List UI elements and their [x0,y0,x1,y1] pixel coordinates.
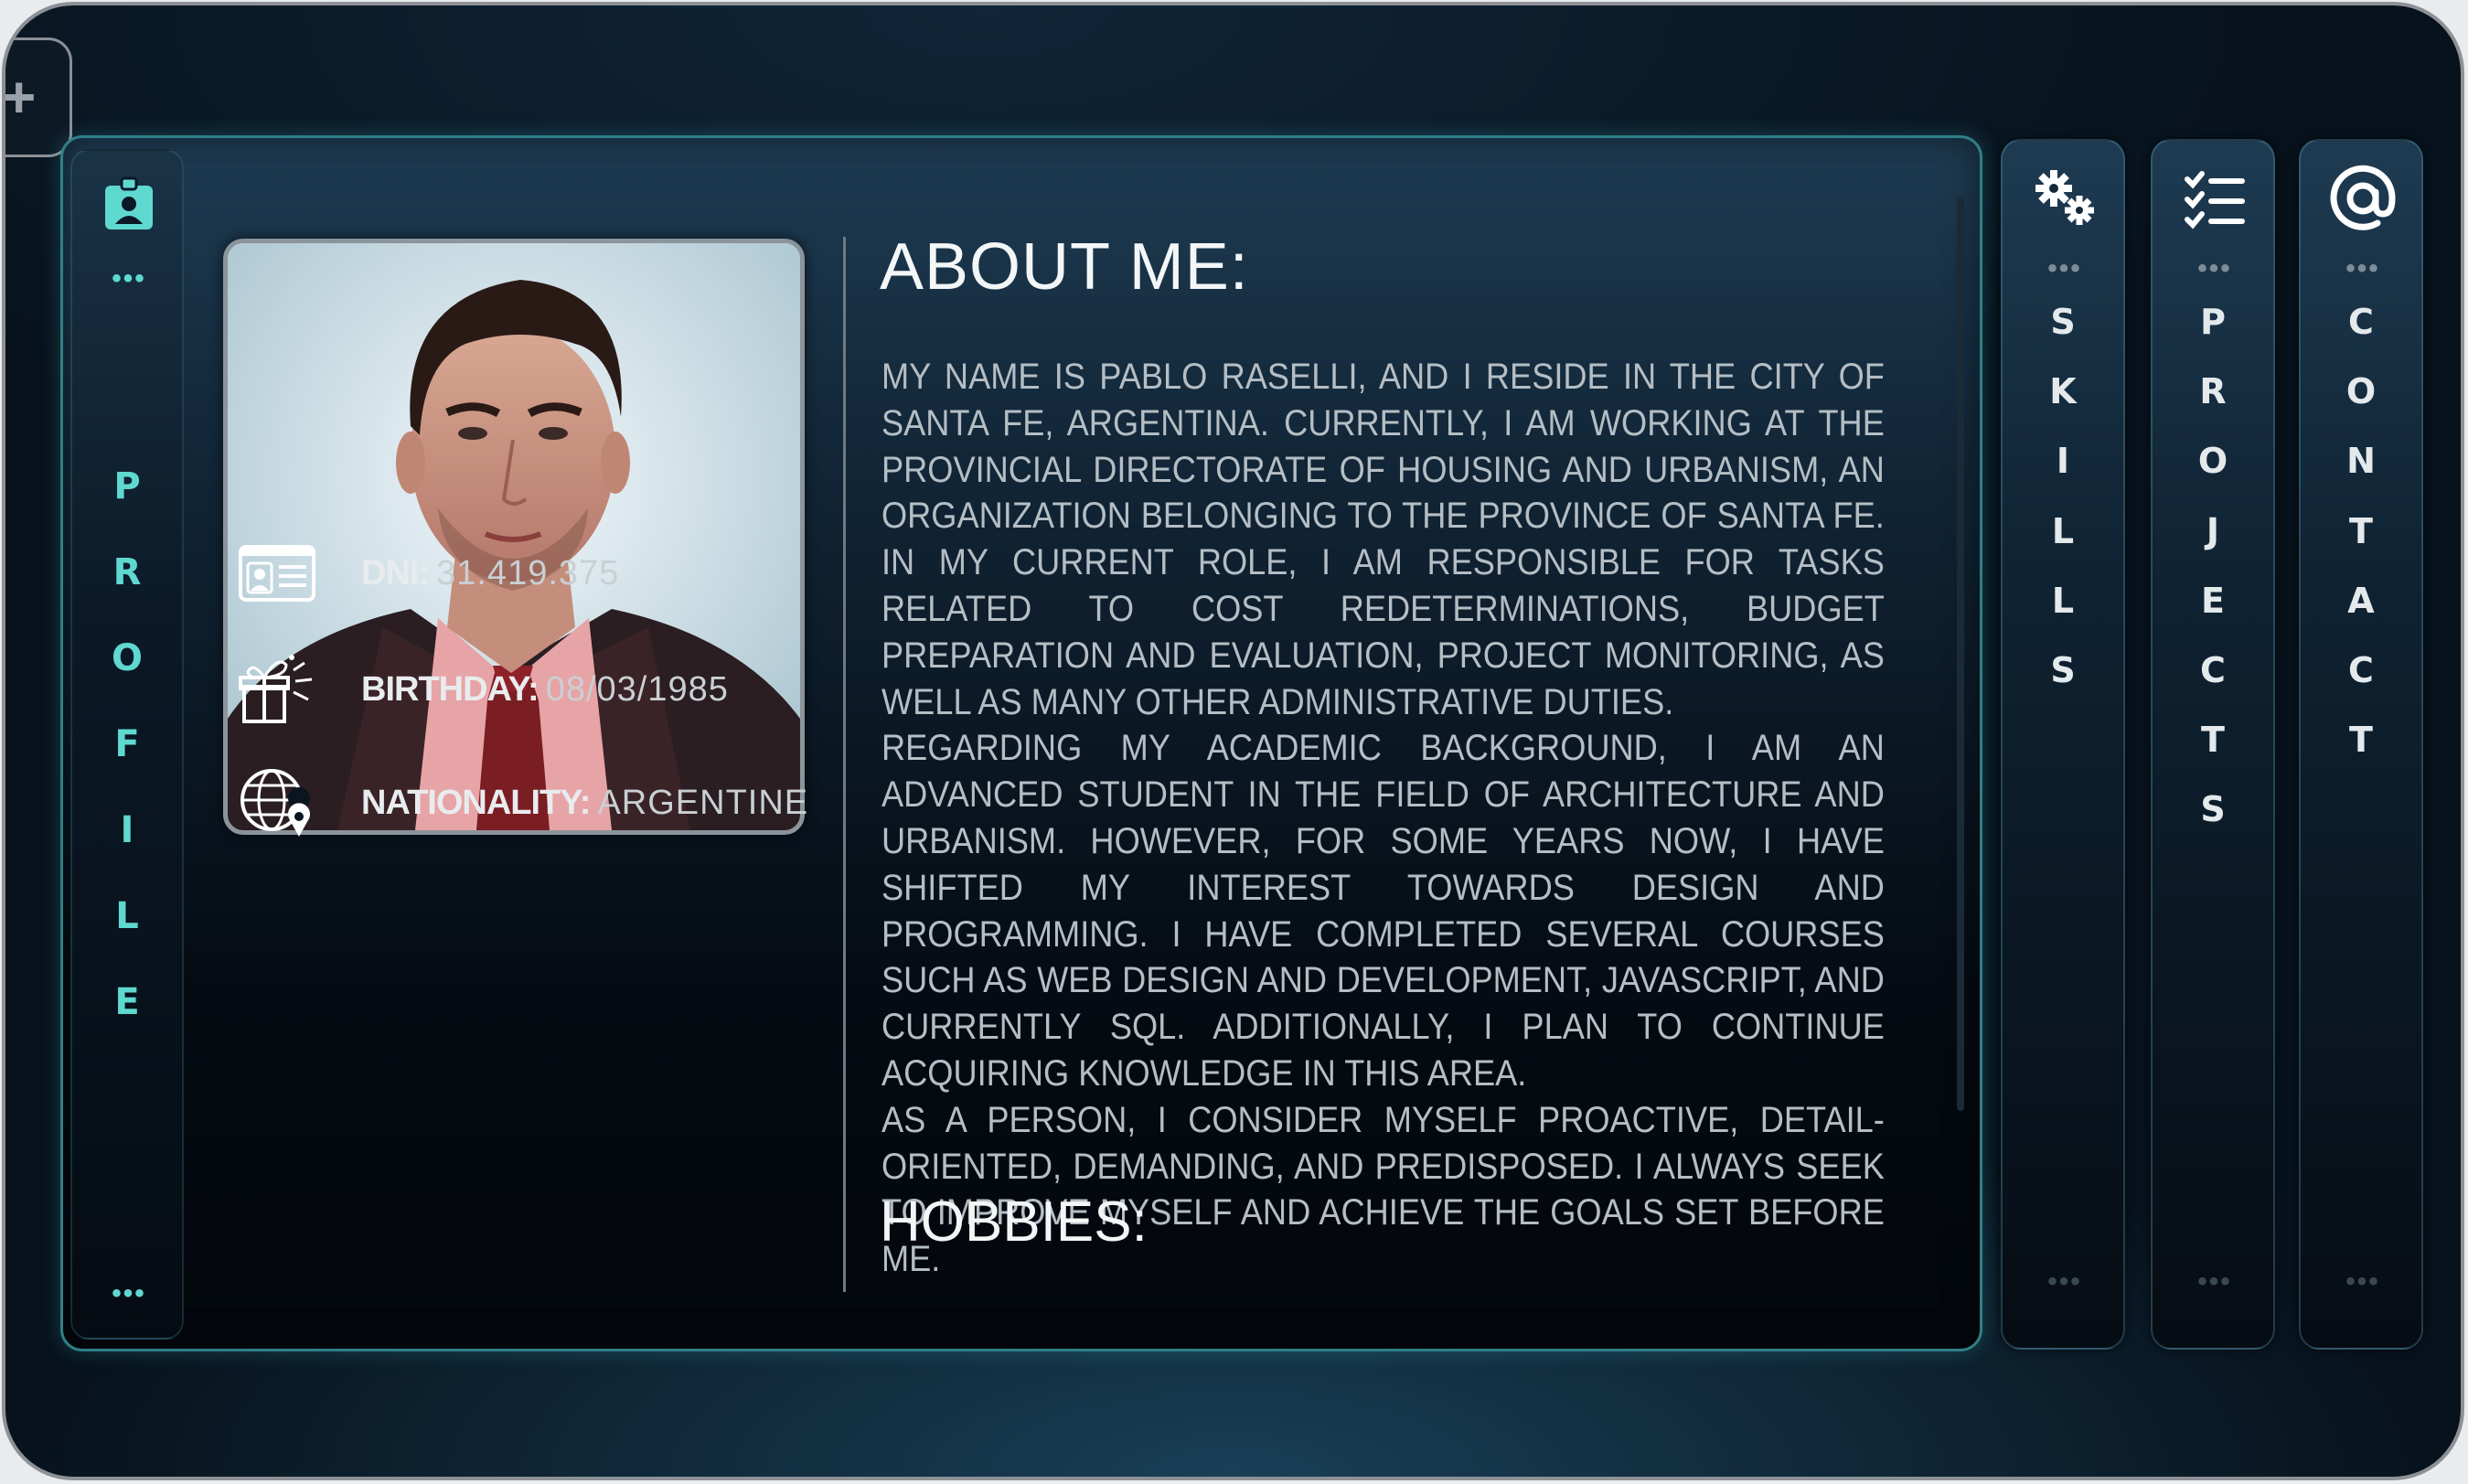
tab-letter: O [2345,371,2377,412]
projects-dots-top: ••• [2197,253,2232,283]
tab-letter: R [112,551,142,593]
tab-contact[interactable]: ••• C O N T A C T ••• [2299,139,2423,1350]
profile-card: ••• P R O F I L E ••• DNI: 31.419.375 BI… [60,135,1982,1351]
gift-icon [239,655,313,723]
tab-letter: E [114,981,140,1023]
tab-letter: L [2051,510,2075,551]
id-card-icon [239,545,315,602]
checklist-icon [2185,171,2245,230]
tab-letter: C [2200,649,2226,690]
about-paragraph-2: REGARDING MY ACADEMIC BACKGROUND, I AM A… [881,728,1885,1094]
tab-letter: O [111,637,143,679]
plus-icon: + [2,64,37,130]
gears-icon [2035,170,2094,225]
hobbies-title: HOBBIES: [880,1190,1148,1254]
tab-letter: S [2050,302,2076,342]
globe-location-icon [240,769,311,837]
projects-dots-bottom: ••• [2197,1266,2232,1297]
tab-letter: C [2348,649,2374,690]
at-sign-icon [2330,165,2396,230]
about-title: ABOUT ME: [880,230,1249,304]
tab-letter: T [2201,720,2225,761]
profile-tab[interactable]: ••• P R O F I L E ••• [70,149,184,1340]
content-divider [843,237,846,1292]
birthday-label: BIRTHDAY: [361,670,540,709]
skills-dots-bottom: ••• [2047,1266,2082,1297]
tab-letter: S [2050,649,2076,690]
dni-value: 31.419.375 [436,554,620,593]
tab-letter: T [2349,720,2373,761]
tab-letter: P [113,465,141,507]
tab-letter: I [120,809,134,851]
contact-tab-label: C O N T A C T [2301,287,2421,774]
dni-label: DNI: [361,554,430,593]
tab-letter: O [2197,441,2228,482]
skills-dots-top: ••• [2047,253,2082,283]
nationality-value: ARGENTINE [597,784,809,822]
content-scrollbar[interactable] [1957,197,1964,1111]
tab-letter: C [2348,302,2374,342]
skills-tab-label: S K I L L S [2003,287,2123,705]
profile-tab-label: P R O F I L E [72,443,182,1045]
tab-skills[interactable]: ••• S K I L L S ••• [2001,139,2125,1350]
projects-tab-label: P R O J E C T S [2153,287,2273,845]
tab-letter: N [2346,441,2376,482]
strip-dots-top: ••• [112,263,146,294]
id-badge-icon [105,176,153,230]
tab-letter: L [115,895,139,937]
tab-letter: K [2049,371,2077,412]
tab-letter: I [2056,441,2070,482]
app-frame: + ••• P R O F I L E ••• DNI: 31.419.375 … [2,2,2464,1480]
tab-letter: A [2347,580,2375,621]
tab-letter: E [2201,580,2225,621]
tab-letter: R [2199,371,2227,412]
corner-plus-button[interactable]: + [2,37,72,157]
tab-letter: J [2206,510,2220,551]
tab-projects[interactable]: ••• P R O J E C T S ••• [2151,139,2275,1350]
about-text: MY NAME IS PABLO RASELLI, AND I RESIDE I… [881,354,1947,1283]
tab-letter: F [114,723,140,765]
contact-dots-top: ••• [2345,253,2380,283]
tab-letter: S [2200,789,2226,830]
birthday-value: 08/03/1985 [545,670,729,709]
about-paragraph-1: MY NAME IS PABLO RASELLI, AND I RESIDE I… [881,357,1885,722]
tab-letter: P [2200,302,2226,342]
strip-dots-bottom: ••• [112,1278,146,1308]
tab-letter: L [2051,580,2075,621]
contact-dots-bottom: ••• [2345,1266,2380,1297]
nationality-label: NATIONALITY: [361,784,591,822]
tab-letter: T [2349,510,2373,551]
